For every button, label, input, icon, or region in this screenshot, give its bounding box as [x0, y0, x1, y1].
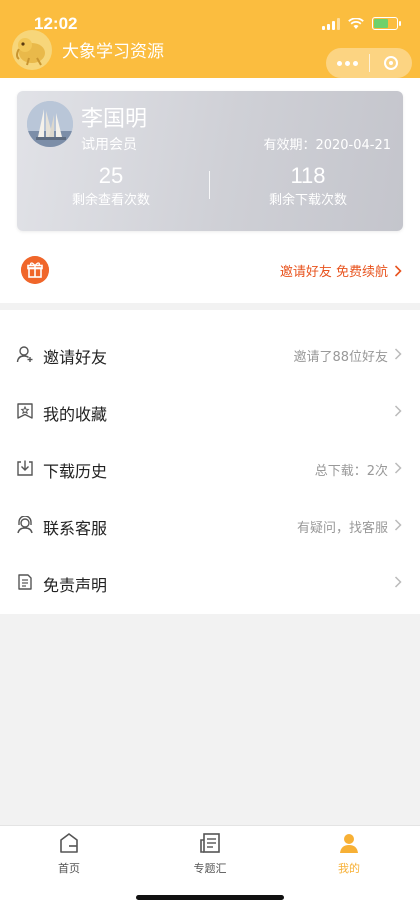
user-name: 李国明 — [81, 107, 148, 132]
menu-item-value: 有疑问，找客服 — [296, 521, 388, 536]
download-icon — [17, 460, 33, 476]
tab-label: 专题汇 — [193, 862, 227, 875]
menu-item-label: 免责声明 — [43, 576, 108, 595]
wifi-icon — [348, 17, 364, 29]
menu-item-label: 联系客服 — [43, 519, 108, 538]
stat-divider — [209, 171, 210, 199]
app-logo — [12, 30, 52, 70]
avatar-image — [27, 101, 73, 147]
avatar[interactable] — [27, 101, 73, 147]
invite-promo-text: 邀请好友 免费续航 — [279, 265, 388, 280]
tab-topics[interactable]: 专题汇 — [165, 832, 255, 876]
battery-icon — [372, 17, 401, 30]
more-dots-icon — [336, 60, 342, 66]
menu-item-value: 总下载：2次 — [314, 464, 388, 479]
app-title: 大象学习资源 — [62, 42, 164, 62]
menu-item-customer-service[interactable]: 联系客服 有疑问，找客服 — [0, 497, 420, 554]
validity-date: 有效期：2020-04-21 — [263, 138, 391, 153]
menu-item-label: 我的收藏 — [43, 405, 108, 424]
chevron-right-icon — [394, 519, 402, 531]
member-card: 李国明 试用会员 有效期：2020-04-21 25 剩余查看次数 118 剩余… — [17, 91, 403, 231]
menu-item-favorites[interactable]: 我的收藏 — [0, 383, 420, 440]
views-remaining: 25 剩余查看次数 — [31, 163, 191, 208]
topics-icon — [200, 833, 220, 853]
profile-icon — [340, 834, 358, 853]
chevron-right-icon — [394, 405, 402, 417]
signal-icon — [322, 17, 340, 30]
close-target-icon — [383, 56, 398, 70]
chevron-right-icon — [394, 348, 402, 360]
views-remaining-label: 剩余查看次数 — [71, 193, 150, 208]
member-level: 试用会员 — [81, 137, 137, 153]
headset-icon — [17, 516, 33, 534]
document-icon — [18, 574, 32, 590]
menu-item-invite-friends[interactable]: 邀请好友 邀请了88位好友 — [0, 326, 420, 383]
views-remaining-value: 25 — [98, 163, 124, 188]
chevron-right-icon — [394, 462, 402, 474]
status-icons — [322, 17, 401, 30]
close-button[interactable] — [370, 56, 413, 70]
menu-item-value: 邀请了88位好友 — [293, 350, 388, 365]
tab-label: 我的 — [338, 862, 360, 875]
menu-list: 邀请好友 邀请了88位好友 我的收藏 下载历史 总下载：2次 联系客服 有疑问，… — [0, 310, 420, 614]
downloads-remaining: 118 剩余下载次数 — [228, 163, 388, 208]
favorite-icon — [17, 403, 33, 419]
top-bar: 12:02 大象学习资源 — [0, 0, 420, 78]
downloads-remaining-value: 118 — [290, 163, 326, 188]
menu-item-disclaimer[interactable]: 免责声明 — [0, 554, 420, 611]
menu-item-label: 下载历史 — [43, 462, 108, 481]
tab-home[interactable]: 首页 — [24, 832, 114, 876]
home-icon — [60, 833, 78, 853]
tab-label: 首页 — [58, 862, 80, 875]
downloads-remaining-label: 剩余下载次数 — [268, 193, 347, 208]
invite-promo-link[interactable]: 邀请好友 免费续航 — [280, 261, 402, 280]
home-indicator — [136, 895, 284, 900]
invite-banner[interactable]: 邀请好友 免费续航 — [0, 236, 420, 302]
menu-item-label: 邀请好友 — [43, 348, 108, 367]
chevron-right-icon — [394, 264, 402, 277]
mini-program-capsule — [326, 48, 412, 78]
menu-item-download-history[interactable]: 下载历史 总下载：2次 — [0, 440, 420, 497]
chevron-right-icon — [394, 576, 402, 588]
tab-profile[interactable]: 我的 — [304, 832, 394, 876]
user-add-icon — [16, 346, 33, 363]
more-button[interactable] — [326, 60, 369, 66]
gift-icon — [21, 256, 49, 284]
